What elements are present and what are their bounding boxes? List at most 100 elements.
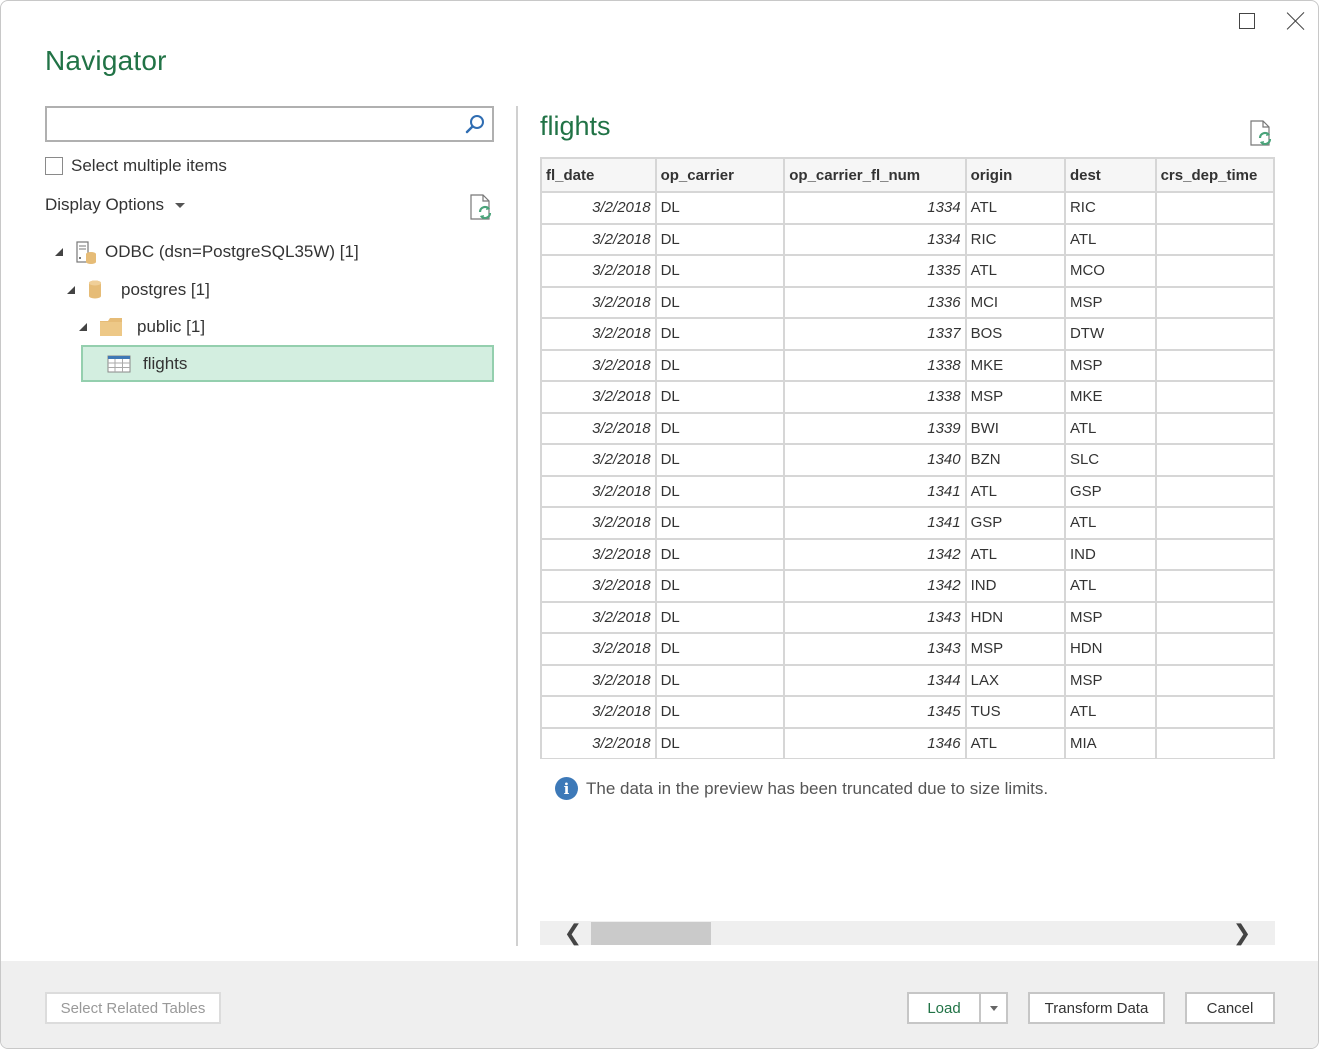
cell-fl_date: 3/2/2018 bbox=[540, 474, 657, 508]
caret-down-icon bbox=[175, 202, 186, 208]
cell-op_carrier: DL bbox=[654, 726, 786, 759]
cell-origin: ATL bbox=[964, 537, 1066, 571]
cancel-button[interactable]: Cancel bbox=[1185, 992, 1275, 1024]
tree-item-odbc[interactable]: ODBC (dsn=PostgreSQL35W) [1] bbox=[55, 237, 359, 267]
database-icon bbox=[89, 280, 101, 299]
cell-fl_date: 3/2/2018 bbox=[540, 191, 657, 225]
cell-crs_dep_time bbox=[1154, 569, 1275, 603]
cell-op_carrier: DL bbox=[654, 348, 786, 382]
cell-crs_dep_time bbox=[1154, 348, 1275, 382]
cell-crs_dep_time bbox=[1154, 191, 1275, 225]
scroll-right-icon[interactable]: ❯ bbox=[1227, 920, 1257, 945]
cell-op_carrier: DL bbox=[654, 506, 786, 540]
cell-op_carrier: DL bbox=[654, 537, 786, 571]
cell-origin: MSP bbox=[964, 632, 1066, 666]
cell-origin: LAX bbox=[964, 663, 1066, 697]
scrollbar-thumb[interactable] bbox=[591, 922, 711, 945]
info-icon: i bbox=[555, 777, 578, 800]
cell-fl_date: 3/2/2018 bbox=[540, 600, 657, 634]
display-options-label: Display Options bbox=[45, 195, 165, 214]
cell-dest: DTW bbox=[1063, 317, 1157, 351]
expand-triangle-icon[interactable] bbox=[79, 323, 87, 331]
cell-op_carrier: DL bbox=[654, 191, 786, 225]
transform-data-button[interactable]: Transform Data bbox=[1028, 992, 1165, 1024]
close-icon[interactable] bbox=[1285, 10, 1307, 32]
table-row: 3/2/2018 DL 1334 ATL RIC bbox=[540, 191, 1275, 225]
cell-crs_dep_time bbox=[1154, 254, 1275, 288]
cell-op_carrier_fl_num: 1345 bbox=[783, 695, 967, 729]
cell-op_carrier_fl_num: 1342 bbox=[783, 569, 967, 603]
search-icon[interactable] bbox=[464, 113, 486, 135]
table-row: 3/2/2018 DL 1342 ATL IND bbox=[540, 537, 1275, 571]
cell-dest: MSP bbox=[1063, 663, 1157, 697]
cell-origin: ATL bbox=[964, 254, 1066, 288]
display-options-dropdown[interactable]: Display Options bbox=[45, 195, 186, 215]
cell-origin: MKE bbox=[964, 348, 1066, 382]
cell-fl_date: 3/2/2018 bbox=[540, 726, 657, 759]
cell-op_carrier: DL bbox=[654, 600, 786, 634]
tree-item-label: ODBC (dsn=PostgreSQL35W) [1] bbox=[105, 242, 359, 261]
select-related-tables-button[interactable]: Select Related Tables bbox=[45, 992, 221, 1024]
cell-op_carrier_fl_num: 1342 bbox=[783, 537, 967, 571]
cell-crs_dep_time bbox=[1154, 632, 1275, 666]
tree-item-postgres[interactable]: postgres [1] bbox=[67, 275, 210, 305]
cell-fl_date: 3/2/2018 bbox=[540, 569, 657, 603]
cell-fl_date: 3/2/2018 bbox=[540, 632, 657, 666]
cell-origin: MCI bbox=[964, 285, 1066, 319]
table-row: 3/2/2018 DL 1338 MSP MKE bbox=[540, 380, 1275, 414]
load-split-button[interactable]: Load bbox=[907, 992, 1008, 1024]
select-multiple-checkbox[interactable] bbox=[45, 157, 63, 175]
cell-dest: GSP bbox=[1063, 474, 1157, 508]
cell-fl_date: 3/2/2018 bbox=[540, 663, 657, 697]
cell-dest: MKE bbox=[1063, 380, 1157, 414]
cell-crs_dep_time bbox=[1154, 600, 1275, 634]
expand-triangle-icon[interactable] bbox=[67, 286, 75, 294]
table-row: 3/2/2018 DL 1343 MSP HDN bbox=[540, 632, 1275, 666]
refresh-icon[interactable] bbox=[1249, 120, 1273, 146]
cell-crs_dep_time bbox=[1154, 222, 1275, 256]
column-header[interactable]: origin bbox=[964, 157, 1066, 193]
cell-origin: IND bbox=[964, 569, 1066, 603]
column-header[interactable]: fl_date bbox=[540, 157, 657, 193]
cell-op_carrier_fl_num: 1346 bbox=[783, 726, 967, 759]
cell-op_carrier_fl_num: 1336 bbox=[783, 285, 967, 319]
cell-op_carrier: DL bbox=[654, 222, 786, 256]
maximize-icon[interactable] bbox=[1239, 13, 1255, 29]
load-button[interactable]: Load bbox=[909, 994, 981, 1022]
tree-item-flights[interactable]: flights bbox=[107, 349, 187, 379]
cell-fl_date: 3/2/2018 bbox=[540, 222, 657, 256]
select-multiple-items[interactable]: Select multiple items bbox=[45, 156, 227, 176]
load-options-dropdown[interactable] bbox=[981, 994, 1006, 1022]
panel-splitter[interactable] bbox=[516, 106, 518, 946]
scroll-left-icon[interactable]: ❮ bbox=[558, 920, 588, 945]
tree-item-public[interactable]: public [1] bbox=[79, 312, 205, 342]
chevron-down-icon bbox=[989, 1005, 998, 1011]
search-box[interactable] bbox=[45, 106, 494, 142]
cell-op_carrier: DL bbox=[654, 380, 786, 414]
cell-dest: ATL bbox=[1063, 695, 1157, 729]
select-multiple-label: Select multiple items bbox=[71, 156, 227, 175]
cell-origin: ATL bbox=[964, 726, 1066, 759]
cell-crs_dep_time bbox=[1154, 537, 1275, 571]
table-row: 3/2/2018 DL 1342 IND ATL bbox=[540, 569, 1275, 603]
cell-op_carrier_fl_num: 1335 bbox=[783, 254, 967, 288]
expand-triangle-icon[interactable] bbox=[55, 248, 63, 256]
column-header[interactable]: dest bbox=[1063, 157, 1157, 193]
cell-dest: MSP bbox=[1063, 348, 1157, 382]
search-input[interactable] bbox=[47, 108, 457, 140]
column-header[interactable]: op_carrier_fl_num bbox=[783, 157, 967, 193]
cell-dest: IND bbox=[1063, 537, 1157, 571]
cell-fl_date: 3/2/2018 bbox=[540, 380, 657, 414]
table-row: 3/2/2018 DL 1343 HDN MSP bbox=[540, 600, 1275, 634]
cell-op_carrier: DL bbox=[654, 632, 786, 666]
horizontal-scrollbar[interactable]: ❮ ❯ bbox=[540, 920, 1275, 945]
cell-fl_date: 3/2/2018 bbox=[540, 695, 657, 729]
refresh-icon[interactable] bbox=[469, 194, 493, 220]
column-header[interactable]: crs_dep_time bbox=[1154, 157, 1275, 193]
table-row: 3/2/2018 DL 1339 BWI ATL bbox=[540, 411, 1275, 445]
cell-op_carrier_fl_num: 1341 bbox=[783, 474, 967, 508]
cell-crs_dep_time bbox=[1154, 663, 1275, 697]
cell-op_carrier_fl_num: 1343 bbox=[783, 632, 967, 666]
column-header[interactable]: op_carrier bbox=[654, 157, 786, 193]
cell-op_carrier_fl_num: 1338 bbox=[783, 348, 967, 382]
